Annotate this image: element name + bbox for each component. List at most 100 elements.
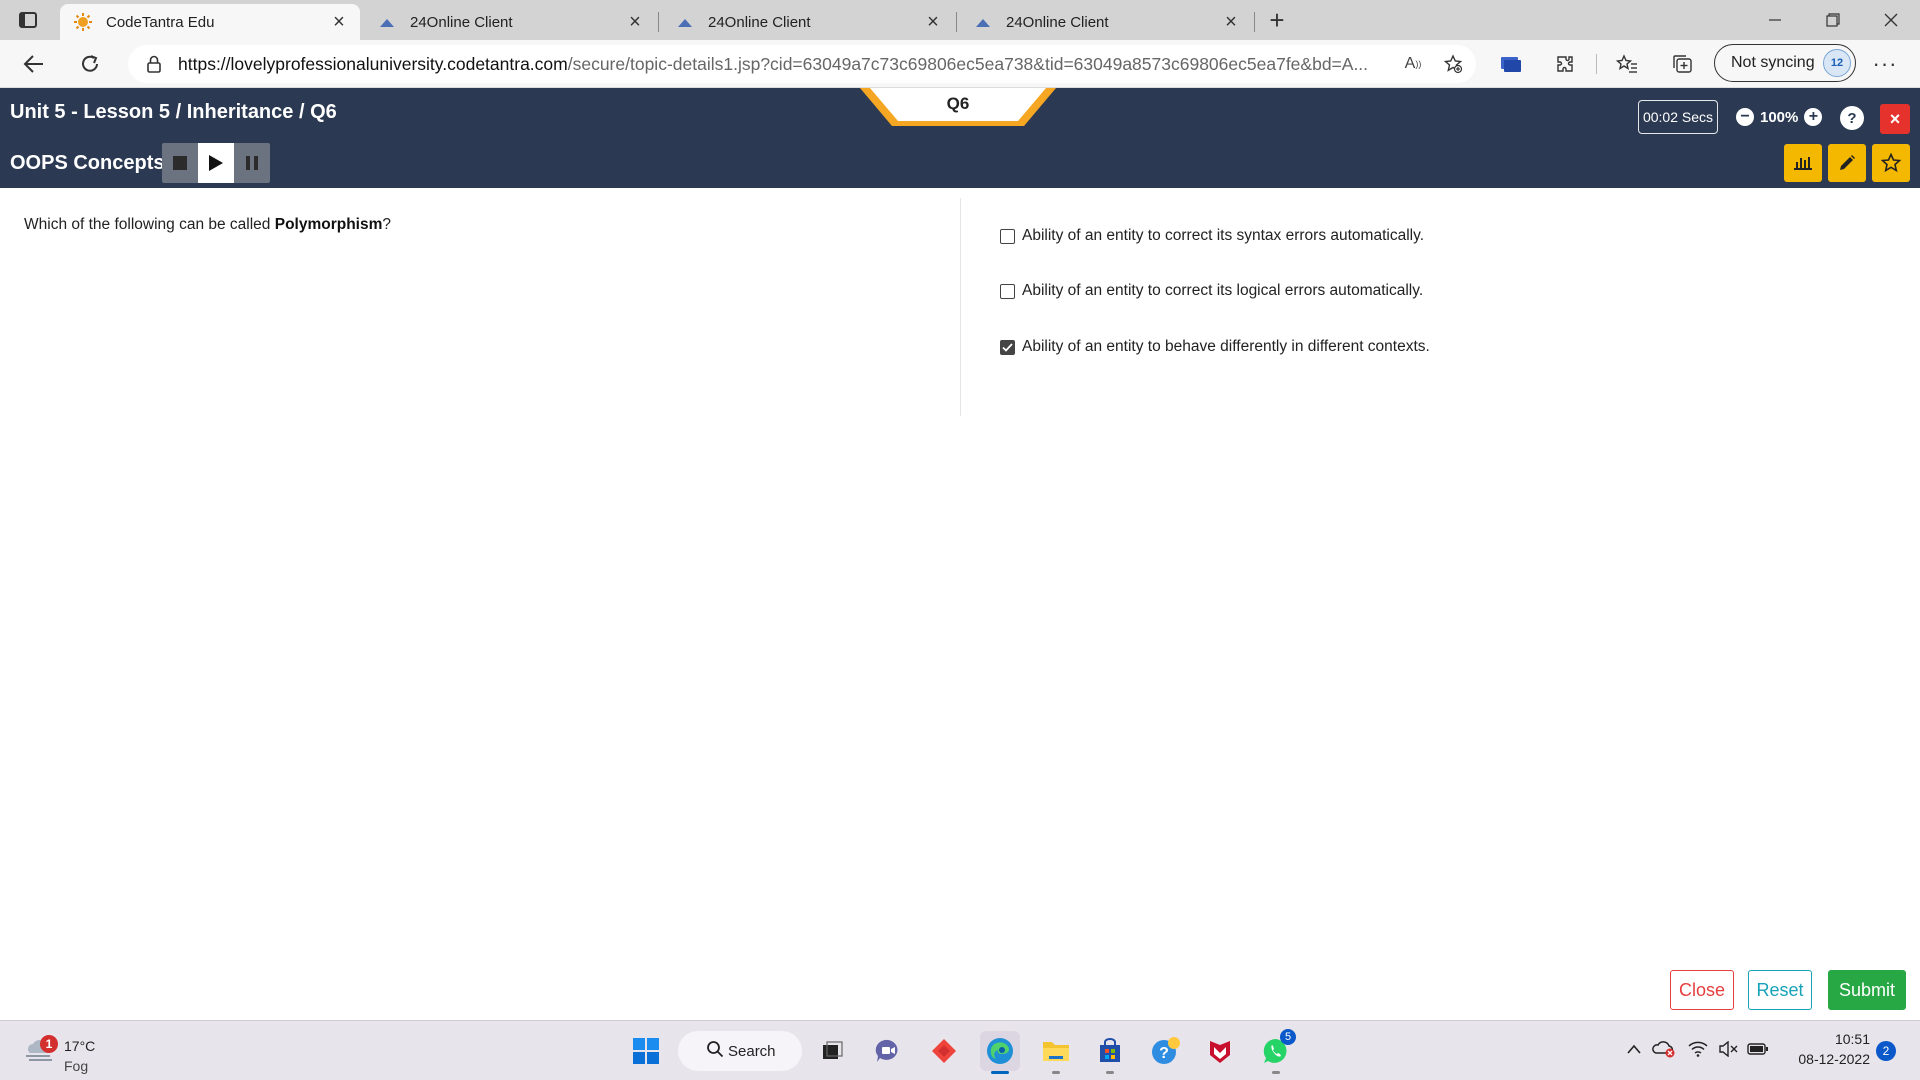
topic-title: OOPS Concepts xyxy=(10,152,165,174)
zoom-in-icon[interactable]: + xyxy=(1804,108,1823,126)
restore-icon xyxy=(1826,13,1840,27)
tab-actions-button[interactable] xyxy=(14,8,42,32)
pause-button[interactable] xyxy=(234,143,270,183)
pencil-icon xyxy=(1840,155,1855,170)
option-2[interactable]: Ability of an entity to correct its logi… xyxy=(1000,282,1423,300)
option-1[interactable]: Ability of an entity to correct its synt… xyxy=(1000,227,1424,245)
pause-icon xyxy=(246,156,258,170)
restore-button[interactable] xyxy=(1804,0,1862,40)
window-close-button[interactable] xyxy=(1862,0,1920,40)
task-view-icon[interactable] xyxy=(812,1031,852,1071)
option-label[interactable]: Ability of an entity to correct its logi… xyxy=(1022,282,1423,300)
tab-separator xyxy=(1254,12,1255,32)
statistics-button[interactable] xyxy=(1784,144,1822,182)
whatsapp-icon[interactable]: 5 xyxy=(1256,1029,1296,1074)
tab-close-icon[interactable]: × xyxy=(920,9,946,35)
browser-tab-codetantra[interactable]: CodeTantra Edu × xyxy=(60,4,360,40)
tab-close-icon[interactable]: × xyxy=(1218,9,1244,35)
option-checkbox[interactable] xyxy=(1000,228,1015,244)
minimize-icon xyxy=(1769,19,1781,21)
volume-muted-icon[interactable] xyxy=(1716,1037,1740,1061)
question-text: Which of the following can be called Pol… xyxy=(24,216,392,233)
question-number-label: Q6 xyxy=(946,94,970,113)
toolbar-separator xyxy=(1596,54,1597,74)
file-explorer-icon[interactable] xyxy=(1036,1031,1076,1074)
media-controls xyxy=(162,143,270,183)
stop-button[interactable] xyxy=(162,143,198,183)
teams-chat-icon[interactable] xyxy=(868,1031,908,1071)
windows-taskbar: 1 17°C Fog Search ? 5 10:51 08-12-2022 2 xyxy=(0,1020,1920,1080)
window-close-icon xyxy=(1884,13,1898,27)
svg-text:?: ? xyxy=(1159,1045,1169,1062)
tab-close-icon[interactable]: × xyxy=(622,9,648,35)
favorites-icon[interactable] xyxy=(1610,48,1644,80)
wifi-icon[interactable] xyxy=(1686,1037,1710,1061)
star-icon xyxy=(1881,153,1901,173)
running-app-indicator xyxy=(1106,1071,1114,1074)
mcafee-icon[interactable] xyxy=(1200,1031,1240,1071)
taskbar-search[interactable]: Search xyxy=(678,1031,802,1071)
microsoft-store-icon[interactable] xyxy=(1090,1031,1130,1074)
tab-title: 24Online Client xyxy=(1006,13,1109,31)
search-label: Search xyxy=(728,1042,776,1060)
weather-condition: Fog xyxy=(64,1058,89,1074)
get-help-icon[interactable]: ? xyxy=(1146,1031,1186,1071)
option-label[interactable]: Ability of an entity to behave different… xyxy=(1022,338,1430,356)
lock-icon[interactable] xyxy=(146,55,164,73)
profile-avatar-icon: 12 xyxy=(1823,49,1851,77)
running-app-indicator xyxy=(1052,1071,1060,1074)
collections-icon[interactable] xyxy=(1666,48,1700,80)
browser-tab-24online-3[interactable]: 24Online Client × xyxy=(960,4,1252,40)
option-label[interactable]: Ability of an entity to correct its synt… xyxy=(1022,227,1424,245)
back-button[interactable] xyxy=(18,48,50,80)
minimize-button[interactable] xyxy=(1746,0,1804,40)
bookmark-star-button[interactable] xyxy=(1872,144,1910,182)
refresh-button[interactable] xyxy=(74,48,106,80)
notes-edit-button[interactable] xyxy=(1828,144,1866,182)
browser-tab-24online-1[interactable]: 24Online Client × xyxy=(364,4,656,40)
timer-display: 00:02 Secs xyxy=(1638,100,1718,134)
settings-more-icon[interactable]: ··· xyxy=(1868,48,1902,80)
24online-favicon-icon xyxy=(974,13,992,31)
read-aloud-icon[interactable]: A)) xyxy=(1396,49,1430,79)
option-3[interactable]: Ability of an entity to behave different… xyxy=(1000,338,1430,356)
url-text[interactable]: https://lovelyprofessionaluniversity.cod… xyxy=(178,54,1396,75)
back-arrow-icon xyxy=(23,55,43,73)
question-number-tab: Q6 xyxy=(858,88,1058,128)
new-tab-button[interactable]: + xyxy=(1262,5,1292,35)
reset-button[interactable]: Reset xyxy=(1748,970,1812,1010)
submit-button[interactable]: Submit xyxy=(1828,970,1906,1010)
profile-sync-button[interactable]: Not syncing 12 xyxy=(1714,44,1856,82)
play-button[interactable] xyxy=(198,143,234,183)
zoom-out-icon[interactable]: − xyxy=(1736,108,1754,126)
anydesk-icon[interactable] xyxy=(924,1031,964,1071)
browser-navbar: https://lovelyprofessionaluniversity.cod… xyxy=(0,40,1920,88)
tab-close-icon[interactable]: × xyxy=(326,9,352,35)
extensions-icon[interactable] xyxy=(1548,48,1582,80)
weather-temp: 17°C xyxy=(64,1038,96,1054)
add-favorite-icon[interactable] xyxy=(1436,49,1470,79)
search-icon xyxy=(707,1041,724,1058)
notification-badge[interactable]: 2 xyxy=(1876,1041,1896,1061)
edge-browser-icon[interactable] xyxy=(980,1031,1020,1074)
address-bar[interactable]: https://lovelyprofessionaluniversity.cod… xyxy=(128,45,1476,83)
option-checkbox[interactable] xyxy=(1000,283,1015,299)
tab-title: 24Online Client xyxy=(410,13,513,31)
close-button[interactable]: Close xyxy=(1670,970,1734,1010)
system-clock[interactable]: 10:51 08-12-2022 xyxy=(1780,1029,1870,1069)
screen-share-extension-icon[interactable] xyxy=(1494,48,1528,80)
clock-time: 10:51 xyxy=(1834,1031,1870,1047)
show-hidden-icons[interactable] xyxy=(1622,1037,1646,1061)
help-button[interactable]: ? xyxy=(1840,106,1864,130)
weather-alert-badge: 1 xyxy=(40,1035,58,1053)
weather-widget[interactable]: 1 17°C Fog xyxy=(20,1029,140,1074)
browser-tab-24online-2[interactable]: 24Online Client × xyxy=(662,4,954,40)
battery-icon[interactable] xyxy=(1746,1037,1770,1061)
browser-tab-strip: CodeTantra Edu × 24Online Client × 24Onl… xyxy=(0,0,1920,40)
onedrive-error-icon[interactable] xyxy=(1652,1037,1676,1061)
start-button[interactable] xyxy=(626,1031,666,1071)
zoom-level: 100% xyxy=(1760,108,1799,126)
sync-label: Not syncing xyxy=(1731,54,1815,71)
option-checkbox-checked[interactable] xyxy=(1000,339,1015,355)
exit-button[interactable]: × xyxy=(1880,104,1910,134)
